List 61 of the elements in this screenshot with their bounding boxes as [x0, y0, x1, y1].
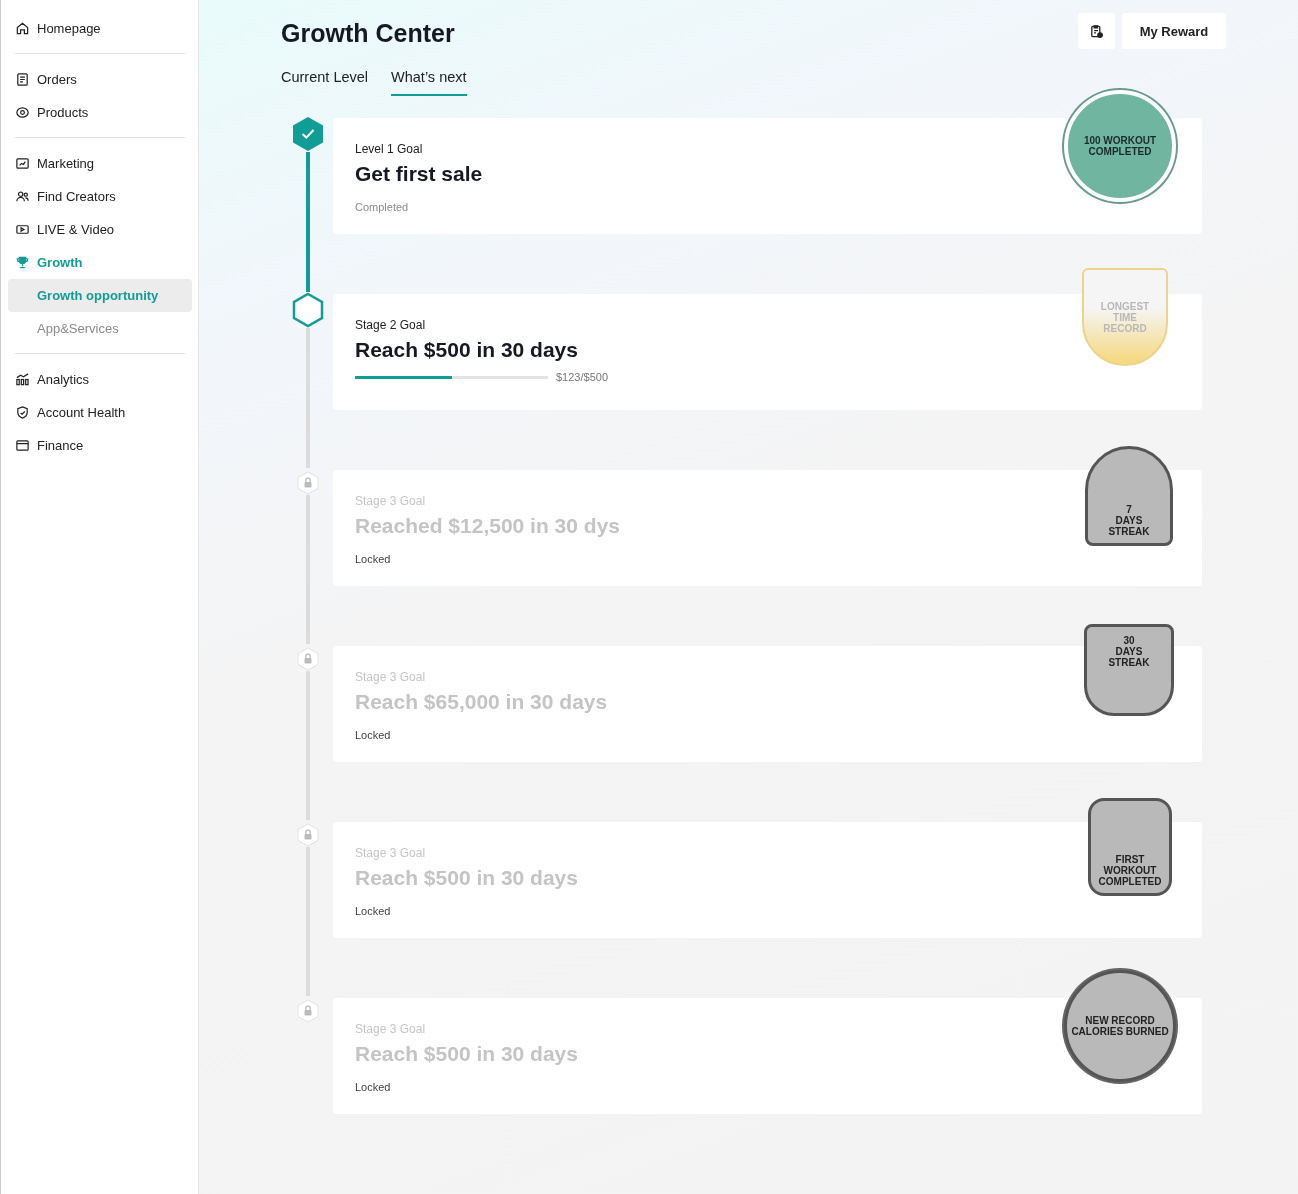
goal-status: Locked — [355, 905, 391, 917]
trophy-icon — [15, 255, 30, 270]
goal-title: Reached $12,500 in 30 dys — [355, 514, 620, 538]
sidebar-item[interactable]: Find Creators — [8, 180, 192, 213]
badge-text: COMPLETED — [1088, 146, 1152, 157]
sidebar-item[interactable]: Account Health — [8, 396, 192, 429]
badge-text: STREAK — [1108, 657, 1150, 668]
badge-text: 100 WORKOUT — [1083, 135, 1157, 146]
goal-status: Locked — [355, 729, 391, 741]
badge-text: FIRST — [1115, 854, 1145, 865]
clipboard-button[interactable] — [1078, 13, 1115, 49]
goal-stage: Stage 3 Goal — [355, 494, 426, 508]
creators-icon — [15, 189, 30, 204]
badge-text: DAYS — [1115, 515, 1143, 526]
video-icon — [15, 222, 30, 237]
badge-text: 7 — [1126, 504, 1132, 515]
clipboard-icon — [1089, 23, 1104, 39]
goal-title: Reach $65,000 in 30 days — [355, 690, 608, 714]
goal-title: Get first sale — [355, 162, 483, 186]
goal-status: Locked — [355, 1081, 391, 1093]
badge-text: WORKOUT — [1103, 865, 1157, 876]
my-reward-button[interactable]: My Reward — [1122, 13, 1226, 49]
sidebar-item[interactable]: Homepage — [8, 12, 192, 45]
sidebar-item[interactable]: Finance — [8, 429, 192, 462]
finance-icon — [15, 438, 30, 453]
progress-reading: $123/$500 — [556, 371, 608, 383]
goal-stage: Stage 3 Goal — [355, 846, 426, 860]
analytics-icon — [15, 372, 30, 387]
goal-status: Completed — [355, 201, 409, 213]
sidebar-subitem[interactable]: App&Services — [8, 312, 192, 345]
goal-stage: Stage 3 Goal — [355, 1022, 426, 1036]
shield-icon — [15, 405, 30, 420]
badge-text: STREAK — [1108, 526, 1150, 537]
badge-text: LONGEST — [1100, 300, 1150, 312]
sidebar-item[interactable]: Orders — [8, 63, 192, 96]
goal-title: Reach $500 in 30 days — [355, 338, 578, 362]
badge-text: 30 — [1123, 635, 1135, 646]
sidebar-item[interactable]: LIVE & Video — [8, 213, 192, 246]
page-title: Growth Center — [281, 19, 455, 48]
sidebar-item[interactable]: Marketing — [8, 147, 192, 180]
badge-text: DAYS — [1115, 646, 1143, 657]
sidebar-item[interactable]: Analytics — [8, 363, 192, 396]
goal-status: Locked — [355, 553, 391, 565]
marketing-icon — [15, 156, 30, 171]
orders-icon — [15, 72, 30, 87]
badge-text: TIME — [1113, 311, 1137, 323]
sidebar-item[interactable]: Products — [8, 96, 192, 129]
goal-stage: Level 1 Goal — [355, 142, 423, 156]
goal-title: Reach $500 in 30 days — [355, 1042, 578, 1066]
tab[interactable]: Current Level — [281, 69, 369, 96]
badge-text: COMPLETED — [1098, 876, 1162, 887]
goal-title: Reach $500 in 30 days — [355, 866, 578, 890]
tab[interactable]: What’s next — [391, 69, 467, 96]
badge-text: CALORIES BURNED — [1071, 1026, 1169, 1037]
badge-text: NEW RECORD — [1085, 1015, 1155, 1026]
goal-stage: Stage 2 Goal — [355, 318, 426, 332]
goal-stage: Stage 3 Goal — [355, 670, 426, 684]
badge-text: RECORD — [1103, 322, 1147, 334]
products-icon — [15, 105, 30, 120]
lock-icon — [296, 999, 319, 1023]
home-icon — [15, 21, 30, 36]
